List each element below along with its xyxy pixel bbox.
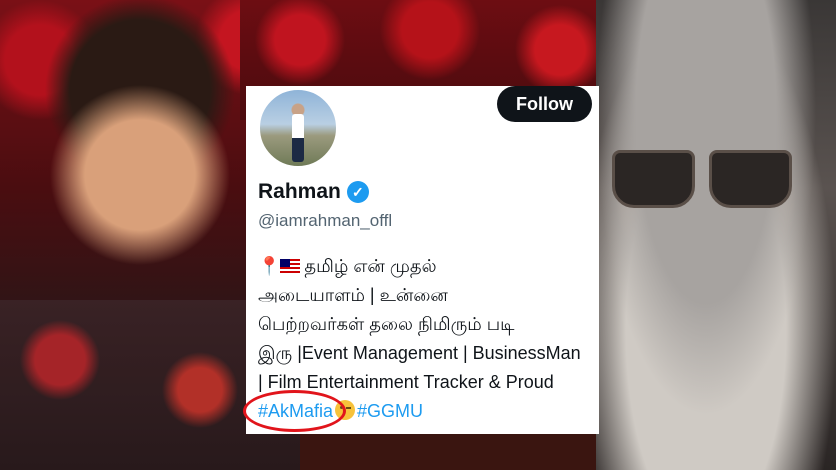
red-circle-annotation (243, 390, 346, 432)
bio-line-1: 📍 தமிழ் என் முதல் (258, 252, 598, 281)
name-row: Rahman ✓ (258, 180, 369, 204)
sunglasses-graphic (612, 150, 792, 208)
bio-line-2: அடையாளம் | உன்னை (258, 285, 448, 305)
hashtag-ggmu[interactable]: #GGMU (357, 401, 423, 421)
pin-icon: 📍 (258, 256, 281, 276)
follow-button[interactable]: Follow (497, 86, 592, 122)
background-photo-right (596, 0, 836, 470)
user-handle[interactable]: @iamrahman_offl (258, 211, 392, 231)
bio-text-1: தமிழ் என் முதல் (304, 256, 437, 276)
bio-line-4: இரு |Event Management | BusinessMan (258, 343, 581, 363)
avatar-person-figure (292, 114, 304, 162)
avatar[interactable] (258, 88, 338, 168)
malaysia-flag-icon (280, 259, 301, 273)
sunglasses-lens-left (612, 150, 695, 208)
bio-line-3: பெற்றவர்கள் தலை நிமிரும் படி (258, 314, 515, 334)
display-name[interactable]: Rahman (258, 180, 341, 204)
sunglasses-lens-right (709, 150, 792, 208)
profile-card: Follow Rahman ✓ @iamrahman_offl 📍 தமிழ் எ… (246, 86, 599, 434)
verified-badge-icon: ✓ (346, 181, 369, 203)
